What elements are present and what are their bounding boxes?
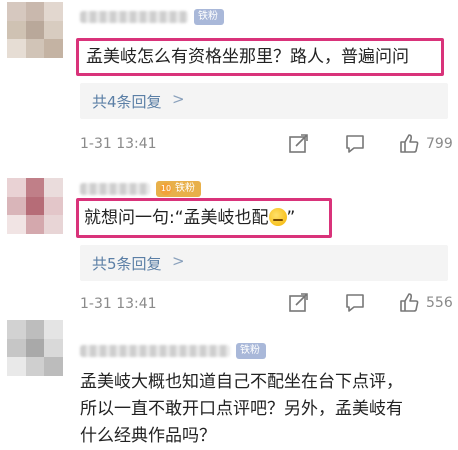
timestamp: 1-31 13:41 (80, 296, 157, 312)
username-row: 10 铁粉 (80, 180, 201, 198)
comment-text-main: 就想问一句:“孟美岐也配 (84, 208, 269, 228)
comment-text-line-3: 什么经典作品吗？ (80, 426, 216, 446)
comment-icon[interactable] (344, 133, 366, 159)
username-blurred[interactable] (80, 183, 150, 195)
comment-text-line-1: 孟美岐大概也知道自己不配坐在台下点评， (80, 372, 403, 392)
like-count: 556 (426, 295, 453, 311)
fan-badge-label: 铁粉 (240, 345, 260, 356)
comment-actions: 799 (288, 133, 458, 157)
comment-icon[interactable] (344, 292, 366, 318)
comment-text: 就想问一句:“孟美岐也配 ” (84, 207, 295, 229)
comment-text-line-2: 所以一直不敢开口点评吧？另外，孟美岐有 (80, 399, 403, 419)
smirk-emoji-icon (268, 208, 287, 226)
fan-badge: 铁粉 (236, 343, 266, 359)
like-count: 799 (426, 136, 453, 152)
fan-badge: 铁粉 (194, 9, 224, 25)
like-icon[interactable] (398, 133, 420, 159)
replies-link[interactable]: 共5条回复 > (80, 245, 448, 281)
username-blurred[interactable] (80, 345, 230, 357)
share-icon[interactable] (288, 133, 310, 159)
replies-count-label: 共4条回复 (92, 93, 162, 111)
like-icon[interactable] (398, 292, 420, 318)
fan-badge-label: 铁粉 (175, 183, 195, 194)
comment-text-tail: ” (286, 208, 296, 228)
username-row: 铁粉 (80, 342, 266, 360)
replies-link[interactable]: 共4条回复 > (80, 83, 448, 119)
chevron-right-icon: > (172, 90, 185, 108)
chevron-right-icon: > (172, 252, 185, 270)
username-blurred[interactable] (80, 11, 188, 23)
fan-badge: 10 铁粉 (156, 181, 201, 197)
fan-level-icon: 10 (160, 183, 172, 195)
timestamp: 1-31 13:41 (80, 136, 157, 152)
username-row: 铁粉 (80, 8, 224, 26)
avatar[interactable] (7, 320, 63, 376)
comment-text: 孟美岐怎么有资格坐那里？路人，普遍问问 (86, 47, 409, 67)
fan-badge-label: 铁粉 (198, 11, 218, 22)
share-icon[interactable] (288, 292, 310, 318)
avatar[interactable] (7, 2, 63, 58)
avatar[interactable] (7, 178, 63, 234)
replies-count-label: 共5条回复 (92, 255, 162, 273)
comment-actions: 556 (288, 292, 458, 316)
